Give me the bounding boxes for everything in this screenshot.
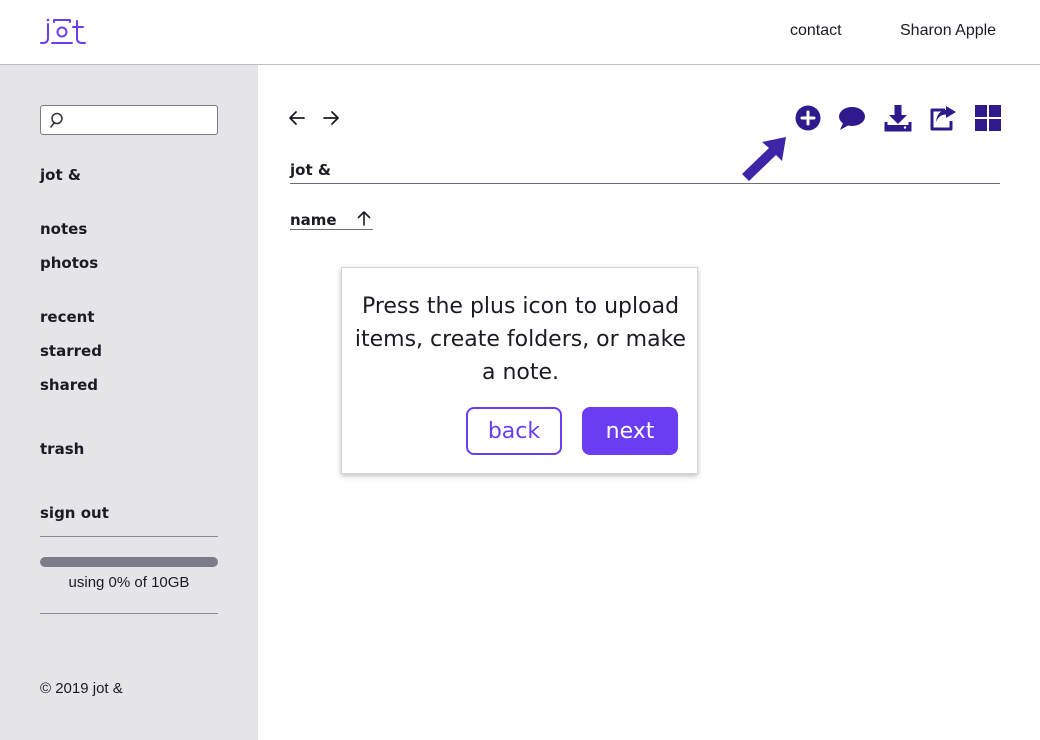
add-circle-icon[interactable] [794, 104, 822, 132]
sidebar-item-starred[interactable]: starred [40, 342, 102, 360]
storage-bar [40, 557, 218, 567]
download-icon[interactable] [884, 104, 912, 132]
contact-link[interactable]: contact [790, 22, 842, 40]
sidebar-item-photos[interactable]: photos [40, 254, 98, 272]
tooltip-message: Press the plus icon to upload items, cre… [354, 294, 687, 385]
sidebar-divider [40, 536, 218, 537]
next-button[interactable]: next [582, 407, 678, 455]
sidebar-item-notes[interactable]: notes [40, 220, 87, 238]
sort-by-name-header[interactable]: name [290, 210, 373, 230]
sidebar-item-shared[interactable]: shared [40, 376, 98, 394]
search-input[interactable] [69, 109, 213, 131]
back-button[interactable]: back [466, 407, 562, 455]
sidebar-item-jot[interactable]: jot & [40, 166, 81, 184]
grid-view-icon[interactable] [974, 104, 1002, 132]
search-icon [50, 112, 63, 128]
sort-column-label: name [290, 211, 337, 229]
onboarding-tooltip: Press the plus icon to upload items, cre… [341, 267, 698, 474]
copyright: © 2019 jot & [40, 680, 123, 697]
breadcrumb[interactable]: jot & [290, 161, 331, 179]
sidebar-item-recent[interactable]: recent [40, 308, 95, 326]
top-header: contact Sharon Apple [0, 0, 1040, 65]
sign-out-link[interactable]: sign out [40, 504, 109, 522]
share-icon[interactable] [929, 104, 957, 132]
sort-ascending-icon [357, 211, 371, 226]
sidebar: jot & notes photos recent starred shared… [0, 65, 258, 740]
breadcrumb-divider [290, 183, 1000, 184]
sidebar-divider [40, 613, 218, 614]
back-arrow-icon[interactable] [287, 108, 307, 128]
jot-logo[interactable] [40, 16, 86, 46]
user-name[interactable]: Sharon Apple [900, 22, 996, 40]
search-box[interactable] [40, 105, 218, 135]
sidebar-item-trash[interactable]: trash [40, 440, 84, 458]
pointer-arrow-icon [742, 137, 786, 181]
comment-icon[interactable] [838, 104, 866, 132]
storage-usage-text: using 0% of 10GB [68, 574, 190, 591]
forward-arrow-icon[interactable] [321, 108, 341, 128]
